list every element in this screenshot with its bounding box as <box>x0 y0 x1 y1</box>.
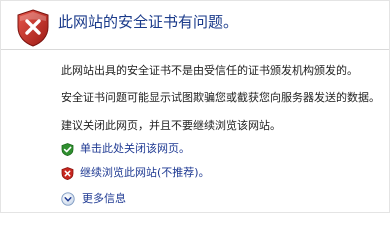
green-check-shield-icon <box>61 142 74 156</box>
page-title: 此网站的安全证书有问题。 <box>58 13 239 31</box>
expand-chevron-icon <box>61 192 75 206</box>
close-page-label[interactable]: 单击此处关闭该网页。 <box>80 142 190 156</box>
certificate-error-page: 此网站的安全证书有问题。 此网站出具的安全证书不是由受信任的证书颁发机构颁发的。… <box>0 0 390 213</box>
close-page-link[interactable]: 单击此处关闭该网页。 <box>61 141 190 157</box>
shield-error-icon <box>17 9 49 47</box>
more-information-toggle[interactable]: 更多信息 <box>61 191 126 207</box>
certificate-risk-text: 安全证书问题可能显示试图欺骗您或截获您向服务器发送的数据。 <box>61 91 380 104</box>
certificate-untrusted-text: 此网站出具的安全证书不是由受信任的证书颁发机构颁发的。 <box>61 64 358 77</box>
more-information-label[interactable]: 更多信息 <box>82 192 126 206</box>
red-x-shield-icon <box>61 166 74 180</box>
continue-to-website-label[interactable]: 继续浏览此网站(不推荐)。 <box>80 166 210 180</box>
continue-to-website-link[interactable]: 继续浏览此网站(不推荐)。 <box>61 165 210 181</box>
recommendation-text: 建议关闭此网页，并且不要继续浏览该网站。 <box>61 119 281 132</box>
header: 此网站的安全证书有问题。 <box>1 1 389 50</box>
